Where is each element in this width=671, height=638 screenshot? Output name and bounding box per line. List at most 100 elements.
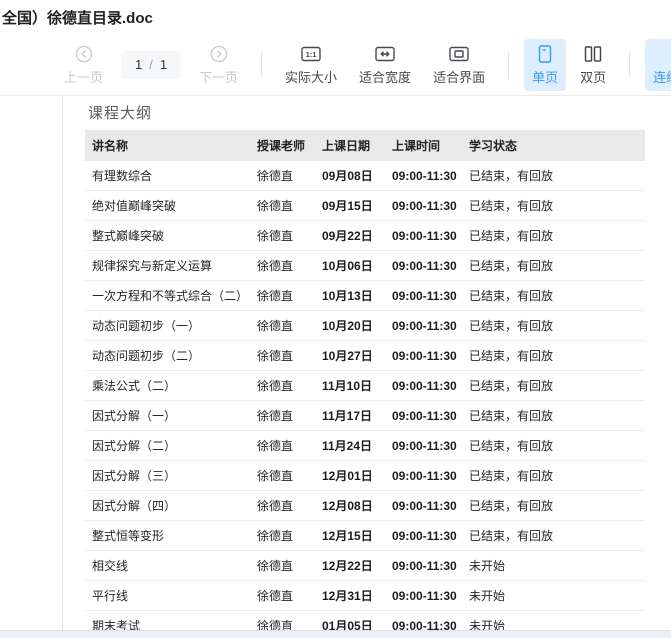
table-cell: 徐德直: [250, 287, 315, 304]
table-cell: 徐德直: [250, 497, 315, 514]
course-table: 讲名称 授课老师 上课日期 上课时间 学习状态 有理数综合徐德直09月08日09…: [85, 130, 645, 630]
table-cell: 09:00-11:30: [385, 619, 462, 631]
table-cell: 整式巅峰突破: [85, 227, 250, 244]
table-row: 有理数综合徐德直09月08日09:00-11:30已结束，有回放: [85, 161, 645, 191]
column-header: 讲名称: [85, 137, 250, 154]
table-cell: 动态问题初步（一）: [85, 317, 250, 334]
table-cell: 09:00-11:30: [385, 499, 462, 513]
table-cell: 09:00-11:30: [385, 559, 462, 573]
table-cell: 已结束，有回放: [462, 347, 645, 364]
fit-screen-label: 适合界面: [433, 67, 485, 86]
table-cell: 徐德直: [250, 587, 315, 604]
course-outline-heading: 课程大纲: [88, 102, 152, 123]
document-area[interactable]: 课程大纲 讲名称 授课老师 上课日期 上课时间 学习状态 有理数综合徐德直09月…: [0, 97, 671, 630]
table-cell: 10月27日: [315, 347, 385, 364]
page-indicator[interactable]: 1 / 1: [121, 51, 181, 79]
title-bar: 全国）徐德直目录.doc: [0, 0, 671, 34]
table-cell: 09:00-11:30: [385, 169, 462, 183]
table-row: 因式分解（一）徐德直11月17日09:00-11:30已结束，有回放: [85, 401, 645, 431]
page-separator: /: [149, 57, 153, 72]
table-cell: 徐德直: [250, 347, 315, 364]
table-cell: 10月13日: [315, 287, 385, 304]
document-title: 全国）徐德直目录.doc: [2, 7, 153, 28]
column-header: 授课老师: [250, 137, 315, 154]
thumbnail-panel: [0, 97, 63, 630]
actual-size-button[interactable]: 1:1 实际大小: [277, 39, 345, 91]
table-cell: 已结束，有回放: [462, 167, 645, 184]
table-cell: 徐德直: [250, 257, 315, 274]
table-cell: 09:00-11:30: [385, 289, 462, 303]
double-page-button[interactable]: 双页: [572, 39, 614, 91]
table-cell: 一次方程和不等式综合（二）: [85, 287, 250, 304]
double-page-icon: [582, 44, 604, 64]
table-cell: 未开始: [462, 587, 645, 604]
table-cell: 徐德直: [250, 167, 315, 184]
table-row: 整式巅峰突破徐德直09月22日09:00-11:30已结束，有回放: [85, 221, 645, 251]
prev-page-label: 上一页: [64, 67, 103, 86]
table-cell: 09:00-11:30: [385, 349, 462, 363]
table-cell: 09:00-11:30: [385, 469, 462, 483]
table-row: 相交线徐德直12月22日09:00-11:30未开始: [85, 551, 645, 581]
next-page-button[interactable]: 下一页: [191, 39, 246, 91]
toolbar-divider: [508, 52, 509, 78]
continuous-scroll-label: 连续滚动: [653, 67, 671, 86]
table-cell: 已结束，有回放: [462, 377, 645, 394]
table-cell: 10月20日: [315, 317, 385, 334]
table-cell: 12月31日: [315, 587, 385, 604]
table-cell: 因式分解（二）: [85, 437, 250, 454]
table-row: 动态问题初步（二）徐德直10月27日09:00-11:30已结束，有回放: [85, 341, 645, 371]
table-cell: 12月08日: [315, 497, 385, 514]
table-cell: 09:00-11:30: [385, 409, 462, 423]
table-cell: 09:00-11:30: [385, 439, 462, 453]
table-row: 因式分解（四）徐德直12月08日09:00-11:30已结束，有回放: [85, 491, 645, 521]
bottom-strip: [0, 630, 671, 638]
table-row: 规律探究与新定义运算徐德直10月06日09:00-11:30已结束，有回放: [85, 251, 645, 281]
table-cell: 已结束，有回放: [462, 497, 645, 514]
table-cell: 整式恒等变形: [85, 527, 250, 544]
table-cell: 规律探究与新定义运算: [85, 257, 250, 274]
single-page-button[interactable]: 单页: [524, 39, 566, 91]
toolbar-divider: [629, 52, 630, 78]
table-cell: 因式分解（一）: [85, 407, 250, 424]
table-row: 一次方程和不等式综合（二）徐德直10月13日09:00-11:30已结束，有回放: [85, 281, 645, 311]
table-cell: 已结束，有回放: [462, 317, 645, 334]
table-cell: 已结束，有回放: [462, 527, 645, 544]
table-row: 因式分解（三）徐德直12月01日09:00-11:30已结束，有回放: [85, 461, 645, 491]
table-row: 期末考试徐德直01月05日09:00-11:30未开始: [85, 611, 645, 630]
table-cell: 徐德直: [250, 527, 315, 544]
toolbar-divider: [261, 52, 262, 78]
table-cell: 徐德直: [250, 557, 315, 574]
arrows-horizontal-box-icon: [374, 44, 396, 64]
double-page-label: 双页: [580, 67, 606, 86]
table-cell: 11月24日: [315, 437, 385, 454]
fit-screen-button[interactable]: 适合界面: [425, 39, 493, 91]
table-cell: 未开始: [462, 557, 645, 574]
column-header: 上课日期: [315, 137, 385, 154]
table-cell: 已结束，有回放: [462, 227, 645, 244]
table-cell: 已结束，有回放: [462, 287, 645, 304]
table-cell: 12月22日: [315, 557, 385, 574]
chevron-right-circle-icon: [209, 44, 229, 64]
table-cell: 已结束，有回放: [462, 437, 645, 454]
svg-text:1:1: 1:1: [306, 50, 317, 59]
table-cell: 徐德直: [250, 467, 315, 484]
table-cell: 已结束，有回放: [462, 197, 645, 214]
table-cell: 11月17日: [315, 407, 385, 424]
fit-width-button[interactable]: 适合宽度: [351, 39, 419, 91]
table-cell: 未开始: [462, 617, 645, 630]
table-cell: 01月05日: [315, 617, 385, 630]
prev-page-button[interactable]: 上一页: [56, 39, 111, 91]
table-cell: 因式分解（三）: [85, 467, 250, 484]
column-header: 学习状态: [462, 137, 645, 154]
page-current: 1: [135, 57, 142, 72]
table-body: 有理数综合徐德直09月08日09:00-11:30已结束，有回放绝对值巅峰突破徐…: [85, 161, 645, 630]
table-header-row: 讲名称 授课老师 上课日期 上课时间 学习状态: [85, 130, 645, 161]
table-cell: 徐德直: [250, 317, 315, 334]
table-cell: 徐德直: [250, 377, 315, 394]
table-cell: 11月10日: [315, 377, 385, 394]
table-cell: 09:00-11:30: [385, 229, 462, 243]
table-cell: 09月15日: [315, 197, 385, 214]
continuous-scroll-button[interactable]: 连续滚动: [645, 39, 671, 91]
table-row: 乘法公式（二）徐德直11月10日09:00-11:30已结束，有回放: [85, 371, 645, 401]
single-page-label: 单页: [532, 67, 558, 86]
